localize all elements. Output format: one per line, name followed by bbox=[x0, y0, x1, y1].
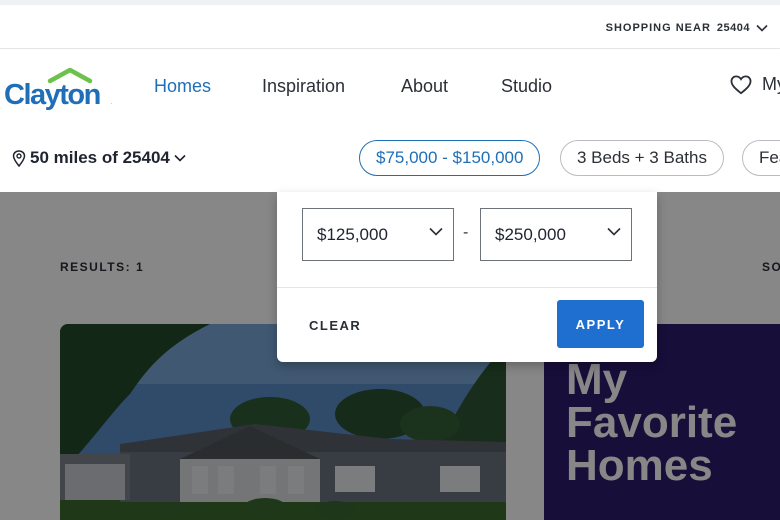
apply-button[interactable]: APPLY bbox=[557, 300, 644, 348]
chevron-down-icon bbox=[429, 227, 443, 236]
clayton-logo[interactable]: Clayton . bbox=[4, 64, 116, 110]
my-favorites-label: My bbox=[762, 74, 780, 94]
shopping-near-selector[interactable]: SHOPPING NEAR 25404 bbox=[606, 22, 768, 34]
svg-text:Clayton: Clayton bbox=[4, 79, 100, 110]
min-price-select[interactable]: $125,000 bbox=[302, 208, 454, 261]
heart-icon bbox=[730, 74, 752, 94]
shopping-near-zip: 25404 bbox=[716, 22, 750, 34]
location-filter[interactable]: 50 miles of 25404 bbox=[12, 148, 186, 168]
min-price-value: $125,000 bbox=[317, 224, 388, 244]
max-price-select[interactable]: $250,000 bbox=[480, 208, 632, 261]
price-filter-pill[interactable]: $75,000 - $150,000 bbox=[359, 140, 541, 176]
my-favorites-link[interactable]: My bbox=[730, 74, 780, 95]
divider bbox=[277, 287, 657, 288]
map-pin-icon bbox=[12, 149, 26, 167]
filter-bar: 50 miles of 25404 $75,000 - $150,000 3 B… bbox=[0, 122, 780, 192]
range-separator: - bbox=[463, 224, 469, 241]
nav-inspiration[interactable]: Inspiration bbox=[262, 76, 345, 97]
chevron-down-icon bbox=[174, 154, 186, 162]
nav-homes[interactable]: Homes bbox=[154, 76, 211, 97]
beds-baths-filter-pill[interactable]: 3 Beds + 3 Baths bbox=[560, 140, 724, 176]
chevron-down-icon bbox=[756, 24, 768, 32]
location-label: 50 miles of 25404 bbox=[30, 148, 170, 167]
shopping-near-label: SHOPPING NEAR bbox=[605, 22, 711, 34]
max-price-value: $250,000 bbox=[495, 224, 566, 244]
shopping-bar: SHOPPING NEAR 25404 bbox=[0, 5, 780, 49]
svg-text:.: . bbox=[111, 100, 112, 106]
nav-about[interactable]: About bbox=[401, 76, 448, 97]
price-range-dropdown: $125,000 - $250,000 CLEAR APPLY bbox=[277, 192, 657, 362]
chevron-down-icon bbox=[607, 227, 621, 236]
clear-button[interactable]: CLEAR bbox=[309, 318, 361, 333]
main-nav: Clayton . Homes Inspiration About Studio… bbox=[0, 50, 780, 122]
nav-studio[interactable]: Studio bbox=[501, 76, 552, 97]
features-filter-pill[interactable]: Fea bbox=[742, 140, 780, 176]
